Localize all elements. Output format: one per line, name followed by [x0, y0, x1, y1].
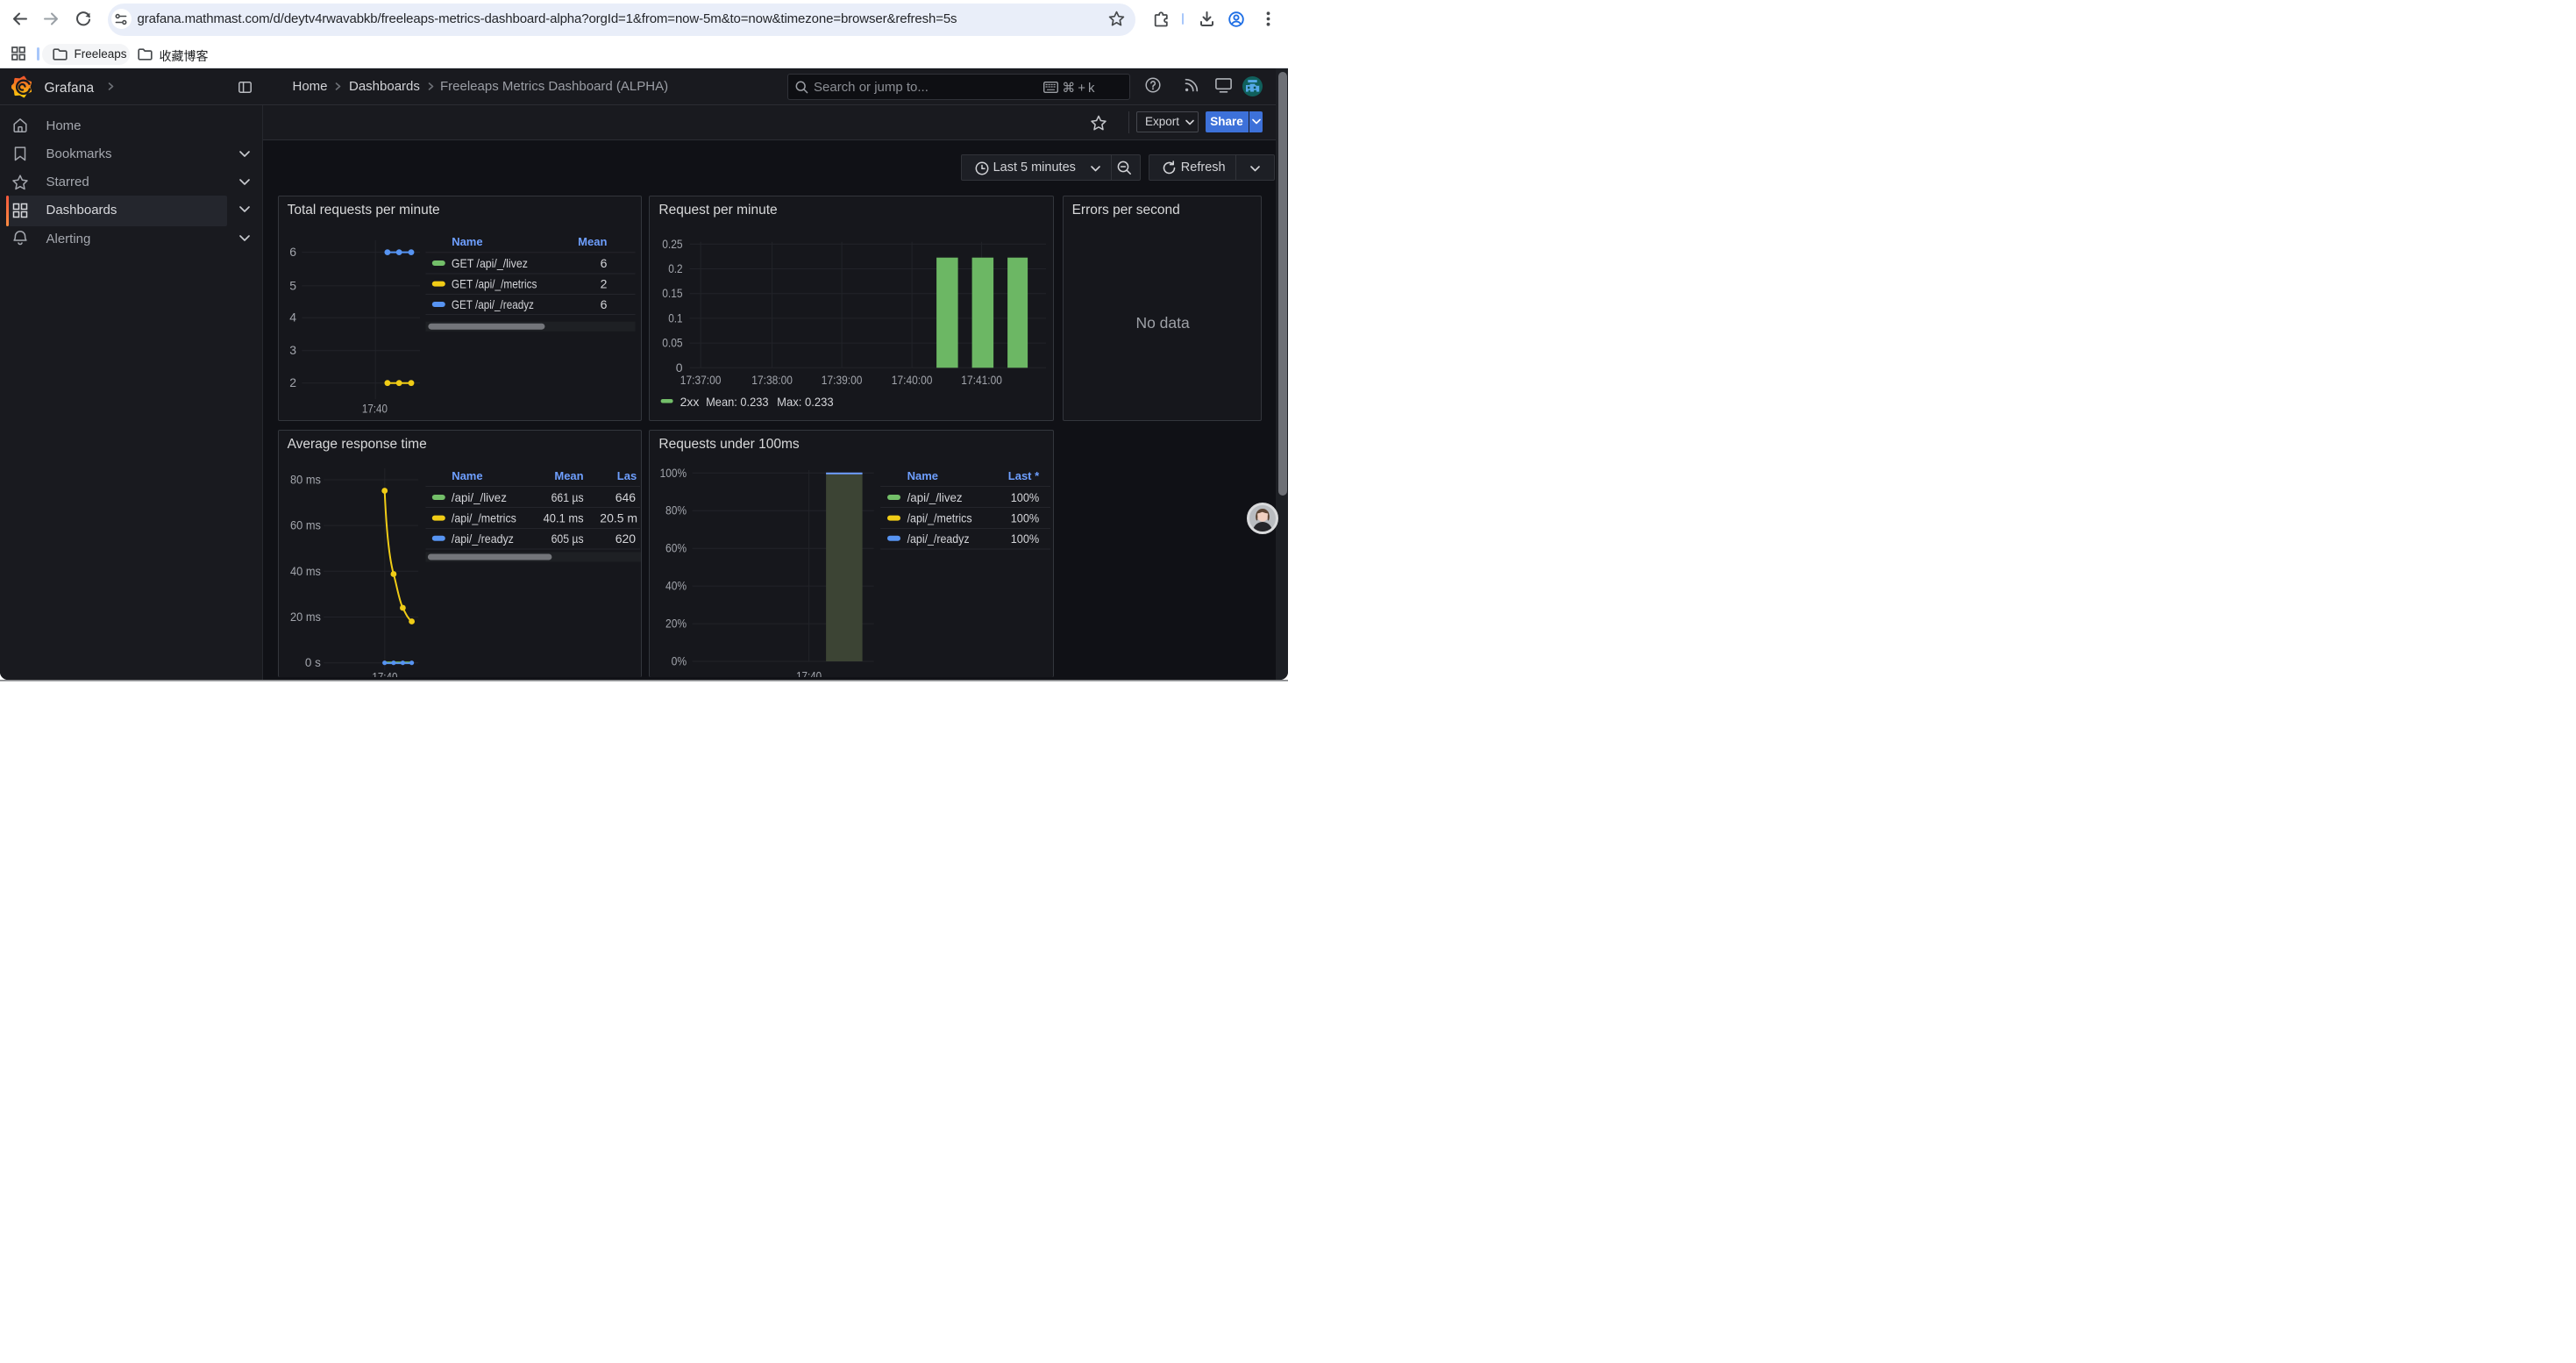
- svg-text:100%: 100%: [1011, 510, 1040, 525]
- svg-text:17:37:00: 17:37:00: [680, 373, 722, 387]
- svg-text:0.05: 0.05: [663, 336, 684, 350]
- svg-text:0 s: 0 s: [304, 655, 320, 669]
- svg-text:620: 620: [615, 531, 636, 545]
- svg-text:GET /api/_/readyz: GET /api/_/readyz: [451, 297, 533, 311]
- svg-text:GET /api/_/livez: GET /api/_/livez: [451, 256, 527, 270]
- svg-text:GET /api/_/metrics: GET /api/_/metrics: [451, 277, 537, 291]
- svg-text:2xx: 2xx: [680, 395, 700, 409]
- svg-text:5: 5: [289, 278, 296, 292]
- svg-text:17:39:00: 17:39:00: [822, 373, 863, 387]
- svg-text:17:40: 17:40: [372, 669, 397, 677]
- svg-text:17:40: 17:40: [361, 401, 387, 415]
- svg-text:80 ms: 80 ms: [290, 472, 321, 486]
- svg-text:0.25: 0.25: [663, 237, 684, 251]
- svg-text:20.5 m: 20.5 m: [600, 510, 637, 525]
- svg-text:Mean: Mean: [554, 469, 583, 482]
- svg-text:Name: Name: [452, 469, 482, 482]
- svg-text:Last *: Last *: [1008, 469, 1040, 482]
- svg-text:/api/_/readyz: /api/_/readyz: [907, 531, 970, 545]
- svg-text:0.2: 0.2: [669, 261, 684, 275]
- svg-text:60 ms: 60 ms: [290, 517, 321, 532]
- svg-text:17:41:00: 17:41:00: [962, 373, 1003, 387]
- svg-text:80%: 80%: [665, 503, 687, 517]
- svg-text:60%: 60%: [665, 540, 687, 554]
- svg-text:17:38:00: 17:38:00: [752, 373, 793, 387]
- svg-text:0%: 0%: [672, 653, 687, 667]
- svg-text:3: 3: [289, 343, 296, 357]
- svg-text:2: 2: [600, 277, 607, 291]
- svg-text:Name: Name: [452, 235, 482, 248]
- svg-text:661 µs: 661 µs: [551, 490, 583, 504]
- svg-text:100%: 100%: [1011, 490, 1040, 504]
- svg-text:40.1 ms: 40.1 ms: [543, 510, 583, 525]
- svg-text:100%: 100%: [1011, 531, 1040, 545]
- svg-text:/api/_/metrics: /api/_/metrics: [451, 510, 516, 525]
- svg-text:17:40:00: 17:40:00: [892, 373, 933, 387]
- svg-text:6: 6: [289, 245, 296, 259]
- svg-text:0.1: 0.1: [669, 310, 684, 325]
- svg-text:2: 2: [289, 375, 296, 389]
- svg-text:Name: Name: [907, 469, 938, 482]
- svg-text:/api/_/livez: /api/_/livez: [907, 490, 963, 504]
- svg-text:Max: 0.233: Max: 0.233: [777, 395, 834, 409]
- svg-text:0.15: 0.15: [663, 286, 684, 300]
- svg-text:6: 6: [600, 297, 607, 311]
- svg-text:40 ms: 40 ms: [290, 563, 321, 577]
- svg-text:/api/_/livez: /api/_/livez: [451, 490, 506, 504]
- svg-text:100%: 100%: [660, 465, 687, 479]
- svg-text:6: 6: [600, 256, 607, 270]
- svg-text:17:40: 17:40: [796, 668, 822, 677]
- svg-text:/api/_/metrics: /api/_/metrics: [907, 510, 972, 525]
- svg-text:605 µs: 605 µs: [551, 531, 583, 545]
- svg-text:Mean: Mean: [578, 235, 607, 248]
- svg-text:20 ms: 20 ms: [290, 610, 321, 624]
- svg-text:/api/_/readyz: /api/_/readyz: [451, 531, 513, 545]
- svg-text:40%: 40%: [665, 578, 687, 592]
- svg-text:20%: 20%: [665, 616, 687, 630]
- svg-text:4: 4: [289, 310, 296, 325]
- svg-text:Mean: 0.233: Mean: 0.233: [706, 395, 769, 409]
- svg-text:646: 646: [615, 490, 636, 504]
- svg-text:Las: Las: [616, 469, 636, 482]
